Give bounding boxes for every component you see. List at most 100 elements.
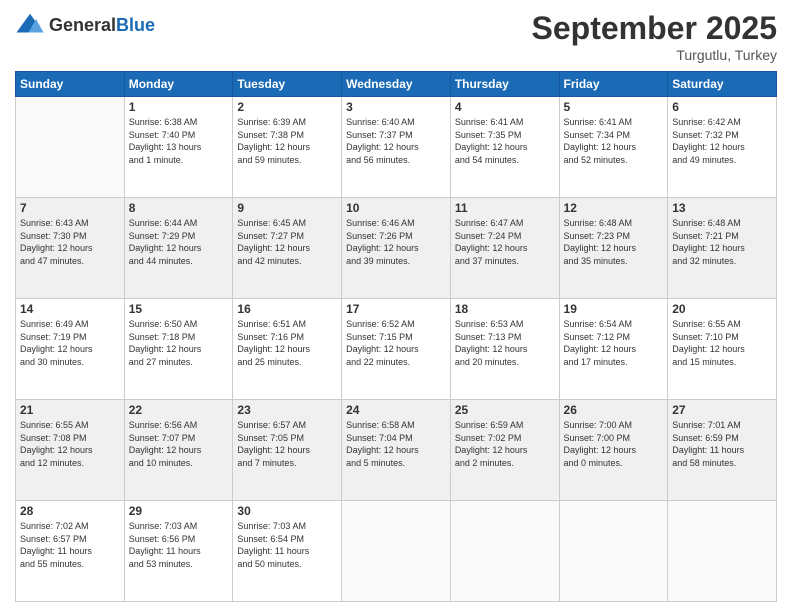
calendar-day-header: Saturday — [668, 72, 777, 97]
day-number: 30 — [237, 504, 337, 518]
day-info: Sunrise: 6:40 AMSunset: 7:37 PMDaylight:… — [346, 116, 446, 166]
day-info: Sunrise: 6:42 AMSunset: 7:32 PMDaylight:… — [672, 116, 772, 166]
day-info: Sunrise: 6:51 AMSunset: 7:16 PMDaylight:… — [237, 318, 337, 368]
calendar-table: SundayMondayTuesdayWednesdayThursdayFrid… — [15, 71, 777, 602]
day-info: Sunrise: 6:50 AMSunset: 7:18 PMDaylight:… — [129, 318, 229, 368]
calendar-cell: 15 Sunrise: 6:50 AMSunset: 7:18 PMDayligh… — [124, 299, 233, 400]
calendar-week-row: 28 Sunrise: 7:02 AMSunset: 6:57 PMDayligh… — [16, 501, 777, 602]
day-info: Sunrise: 6:53 AMSunset: 7:13 PMDaylight:… — [455, 318, 555, 368]
day-number: 5 — [564, 100, 664, 114]
logo-general: General — [49, 15, 116, 35]
logo: GeneralBlue — [15, 10, 155, 40]
calendar-cell: 26 Sunrise: 7:00 AMSunset: 7:00 PMDayligh… — [559, 400, 668, 501]
day-number: 8 — [129, 201, 229, 215]
day-info: Sunrise: 6:43 AMSunset: 7:30 PMDaylight:… — [20, 217, 120, 267]
calendar-cell: 29 Sunrise: 7:03 AMSunset: 6:56 PMDayligh… — [124, 501, 233, 602]
day-info: Sunrise: 6:57 AMSunset: 7:05 PMDaylight:… — [237, 419, 337, 469]
day-number: 12 — [564, 201, 664, 215]
title-area: September 2025 Turgutlu, Turkey — [532, 10, 777, 63]
day-info: Sunrise: 6:38 AMSunset: 7:40 PMDaylight:… — [129, 116, 229, 166]
calendar-cell: 21 Sunrise: 6:55 AMSunset: 7:08 PMDayligh… — [16, 400, 125, 501]
calendar-cell: 24 Sunrise: 6:58 AMSunset: 7:04 PMDayligh… — [342, 400, 451, 501]
calendar-cell: 12 Sunrise: 6:48 AMSunset: 7:23 PMDayligh… — [559, 198, 668, 299]
day-number: 19 — [564, 302, 664, 316]
logo-icon — [15, 10, 45, 40]
day-info: Sunrise: 6:44 AMSunset: 7:29 PMDaylight:… — [129, 217, 229, 267]
day-number: 26 — [564, 403, 664, 417]
calendar-cell — [668, 501, 777, 602]
day-info: Sunrise: 6:56 AMSunset: 7:07 PMDaylight:… — [129, 419, 229, 469]
day-number: 23 — [237, 403, 337, 417]
day-info: Sunrise: 7:01 AMSunset: 6:59 PMDaylight:… — [672, 419, 772, 469]
day-info: Sunrise: 7:02 AMSunset: 6:57 PMDaylight:… — [20, 520, 120, 570]
day-number: 21 — [20, 403, 120, 417]
calendar-week-row: 21 Sunrise: 6:55 AMSunset: 7:08 PMDayligh… — [16, 400, 777, 501]
day-info: Sunrise: 6:55 AMSunset: 7:10 PMDaylight:… — [672, 318, 772, 368]
day-info: Sunrise: 7:00 AMSunset: 7:00 PMDaylight:… — [564, 419, 664, 469]
calendar-cell: 10Sunrise: 6:46 AMSunset: 7:26 PMDayligh… — [342, 198, 451, 299]
day-number: 7 — [20, 201, 120, 215]
logo-text: GeneralBlue — [49, 15, 155, 36]
calendar-cell: 27 Sunrise: 7:01 AMSunset: 6:59 PMDayligh… — [668, 400, 777, 501]
day-info: Sunrise: 6:41 AMSunset: 7:35 PMDaylight:… — [455, 116, 555, 166]
calendar-cell: 1 Sunrise: 6:38 AMSunset: 7:40 PMDaylight… — [124, 97, 233, 198]
calendar-day-header: Friday — [559, 72, 668, 97]
calendar-week-row: 7 Sunrise: 6:43 AMSunset: 7:30 PMDaylight… — [16, 198, 777, 299]
day-number: 28 — [20, 504, 120, 518]
calendar-cell: 25 Sunrise: 6:59 AMSunset: 7:02 PMDayligh… — [450, 400, 559, 501]
calendar-day-header: Monday — [124, 72, 233, 97]
calendar-cell: 16 Sunrise: 6:51 AMSunset: 7:16 PMDayligh… — [233, 299, 342, 400]
calendar-cell: 2 Sunrise: 6:39 AMSunset: 7:38 PMDaylight… — [233, 97, 342, 198]
day-number: 6 — [672, 100, 772, 114]
day-number: 13 — [672, 201, 772, 215]
calendar-cell: 23 Sunrise: 6:57 AMSunset: 7:05 PMDayligh… — [233, 400, 342, 501]
calendar-cell: 28 Sunrise: 7:02 AMSunset: 6:57 PMDayligh… — [16, 501, 125, 602]
calendar-day-header: Sunday — [16, 72, 125, 97]
day-number: 24 — [346, 403, 446, 417]
header: GeneralBlue September 2025 Turgutlu, Tur… — [15, 10, 777, 63]
page: GeneralBlue September 2025 Turgutlu, Tur… — [0, 0, 792, 612]
calendar-header-row: SundayMondayTuesdayWednesdayThursdayFrid… — [16, 72, 777, 97]
day-number: 2 — [237, 100, 337, 114]
day-info: Sunrise: 6:48 AMSunset: 7:23 PMDaylight:… — [564, 217, 664, 267]
day-info: Sunrise: 6:45 AMSunset: 7:27 PMDaylight:… — [237, 217, 337, 267]
calendar-cell: 5 Sunrise: 6:41 AMSunset: 7:34 PMDaylight… — [559, 97, 668, 198]
day-info: Sunrise: 6:54 AMSunset: 7:12 PMDaylight:… — [564, 318, 664, 368]
calendar-cell: 3Sunrise: 6:40 AMSunset: 7:37 PMDaylight… — [342, 97, 451, 198]
calendar-cell: 30Sunrise: 7:03 AMSunset: 6:54 PMDayligh… — [233, 501, 342, 602]
day-number: 16 — [237, 302, 337, 316]
day-info: Sunrise: 6:39 AMSunset: 7:38 PMDaylight:… — [237, 116, 337, 166]
day-number: 29 — [129, 504, 229, 518]
calendar-cell: 6 Sunrise: 6:42 AMSunset: 7:32 PMDaylight… — [668, 97, 777, 198]
subtitle: Turgutlu, Turkey — [532, 47, 777, 63]
day-number: 18 — [455, 302, 555, 316]
calendar-day-header: Tuesday — [233, 72, 342, 97]
calendar-cell: 4Sunrise: 6:41 AMSunset: 7:35 PMDaylight… — [450, 97, 559, 198]
calendar-cell: 7 Sunrise: 6:43 AMSunset: 7:30 PMDaylight… — [16, 198, 125, 299]
calendar-cell: 9 Sunrise: 6:45 AMSunset: 7:27 PMDaylight… — [233, 198, 342, 299]
day-number: 11 — [455, 201, 555, 215]
month-title: September 2025 — [532, 10, 777, 47]
day-info: Sunrise: 6:47 AMSunset: 7:24 PMDaylight:… — [455, 217, 555, 267]
calendar-week-row: 1 Sunrise: 6:38 AMSunset: 7:40 PMDaylight… — [16, 97, 777, 198]
day-number: 1 — [129, 100, 229, 114]
day-number: 9 — [237, 201, 337, 215]
day-info: Sunrise: 7:03 AMSunset: 6:56 PMDaylight:… — [129, 520, 229, 570]
day-info: Sunrise: 6:59 AMSunset: 7:02 PMDaylight:… — [455, 419, 555, 469]
day-number: 27 — [672, 403, 772, 417]
calendar-cell: 8 Sunrise: 6:44 AMSunset: 7:29 PMDaylight… — [124, 198, 233, 299]
day-number: 25 — [455, 403, 555, 417]
day-info: Sunrise: 6:46 AMSunset: 7:26 PMDaylight:… — [346, 217, 446, 267]
day-number: 14 — [20, 302, 120, 316]
day-number: 15 — [129, 302, 229, 316]
calendar-cell: 19 Sunrise: 6:54 AMSunset: 7:12 PMDayligh… — [559, 299, 668, 400]
calendar-cell: 20Sunrise: 6:55 AMSunset: 7:10 PMDayligh… — [668, 299, 777, 400]
day-number: 22 — [129, 403, 229, 417]
day-info: Sunrise: 6:55 AMSunset: 7:08 PMDaylight:… — [20, 419, 120, 469]
calendar-cell: 14Sunrise: 6:49 AMSunset: 7:19 PMDayligh… — [16, 299, 125, 400]
calendar-week-row: 14Sunrise: 6:49 AMSunset: 7:19 PMDayligh… — [16, 299, 777, 400]
calendar-cell: 18 Sunrise: 6:53 AMSunset: 7:13 PMDayligh… — [450, 299, 559, 400]
day-info: Sunrise: 6:58 AMSunset: 7:04 PMDaylight:… — [346, 419, 446, 469]
calendar-cell: 22 Sunrise: 6:56 AMSunset: 7:07 PMDayligh… — [124, 400, 233, 501]
day-info: Sunrise: 6:41 AMSunset: 7:34 PMDaylight:… — [564, 116, 664, 166]
